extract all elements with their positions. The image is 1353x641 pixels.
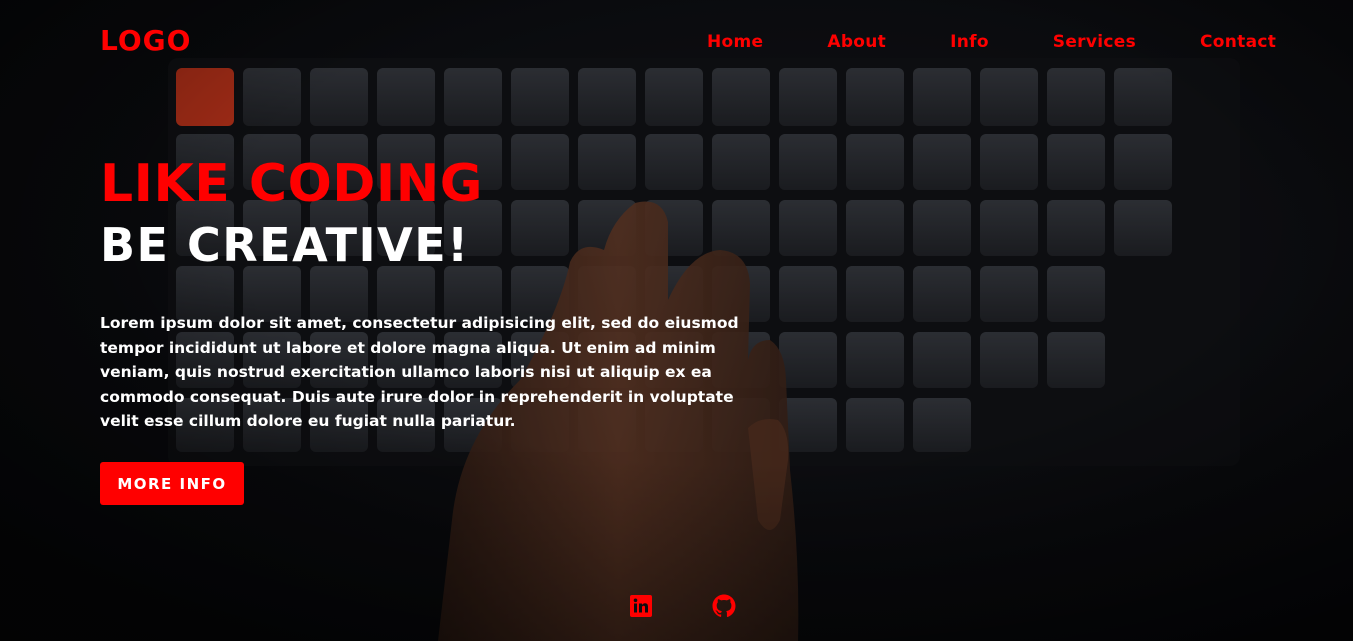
- top-navigation: LOGO Home About Info Services Contact: [0, 0, 1353, 84]
- headline-secondary: BE CREATIVE!: [100, 218, 470, 272]
- nav-link-info[interactable]: Info: [950, 32, 989, 52]
- hero-content: LIKE CODING BE CREATIVE! Lorem ipsum dol…: [100, 152, 780, 434]
- logo[interactable]: LOGO: [100, 24, 191, 57]
- github-icon: [712, 594, 736, 617]
- nav-link-contact[interactable]: Contact: [1200, 32, 1276, 52]
- social-links: [629, 594, 736, 618]
- nav-link-home[interactable]: Home: [707, 32, 763, 52]
- github-link[interactable]: [712, 594, 736, 618]
- linkedin-link[interactable]: [629, 594, 653, 618]
- linkedin-icon: [630, 595, 652, 617]
- hero-description: Lorem ipsum dolor sit amet, consectetur …: [100, 314, 739, 430]
- nav-links: Home About Info Services Contact: [707, 32, 1276, 52]
- headline-primary: LIKE CODING: [100, 154, 483, 214]
- nav-link-about[interactable]: About: [827, 32, 886, 52]
- hero-section: LOGO Home About Info Services Contact LI…: [0, 0, 1353, 641]
- more-info-button[interactable]: MORE INFO: [100, 462, 244, 505]
- nav-link-services[interactable]: Services: [1053, 32, 1136, 52]
